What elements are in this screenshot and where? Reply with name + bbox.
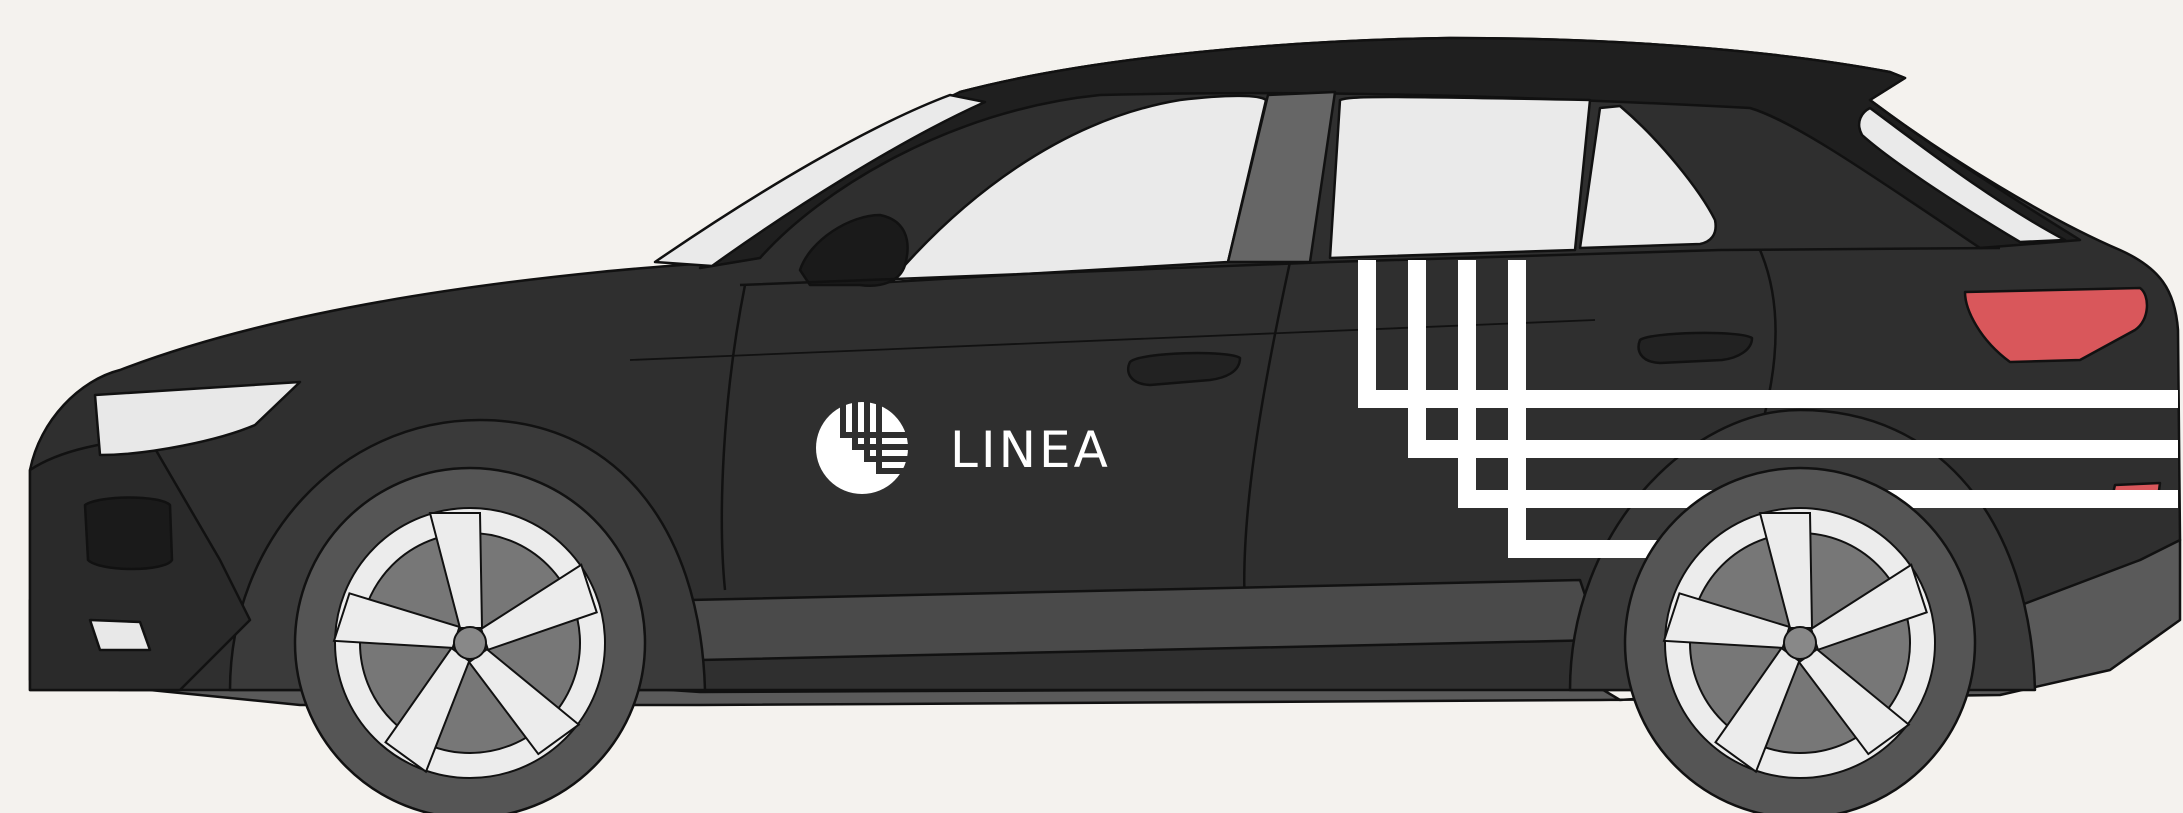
illustration-stage: LINEA bbox=[0, 0, 2183, 813]
livery-vertical-stripe bbox=[1408, 260, 1426, 455]
front-wheel bbox=[293, 466, 647, 813]
suv-illustration: LINEA bbox=[28, 36, 2182, 813]
livery-horizontal-stripe bbox=[1358, 390, 2178, 408]
brand-wordmark: LINEA bbox=[950, 421, 1111, 479]
lower-light bbox=[88, 618, 152, 652]
rear-wheel bbox=[1623, 466, 1977, 813]
livery-horizontal-stripe bbox=[1408, 440, 2178, 458]
rear-window bbox=[1328, 95, 1592, 260]
livery-vertical-stripe bbox=[1458, 260, 1476, 505]
fog-lamp-housing bbox=[83, 496, 174, 571]
livery-vertical-stripe bbox=[1358, 260, 1376, 405]
